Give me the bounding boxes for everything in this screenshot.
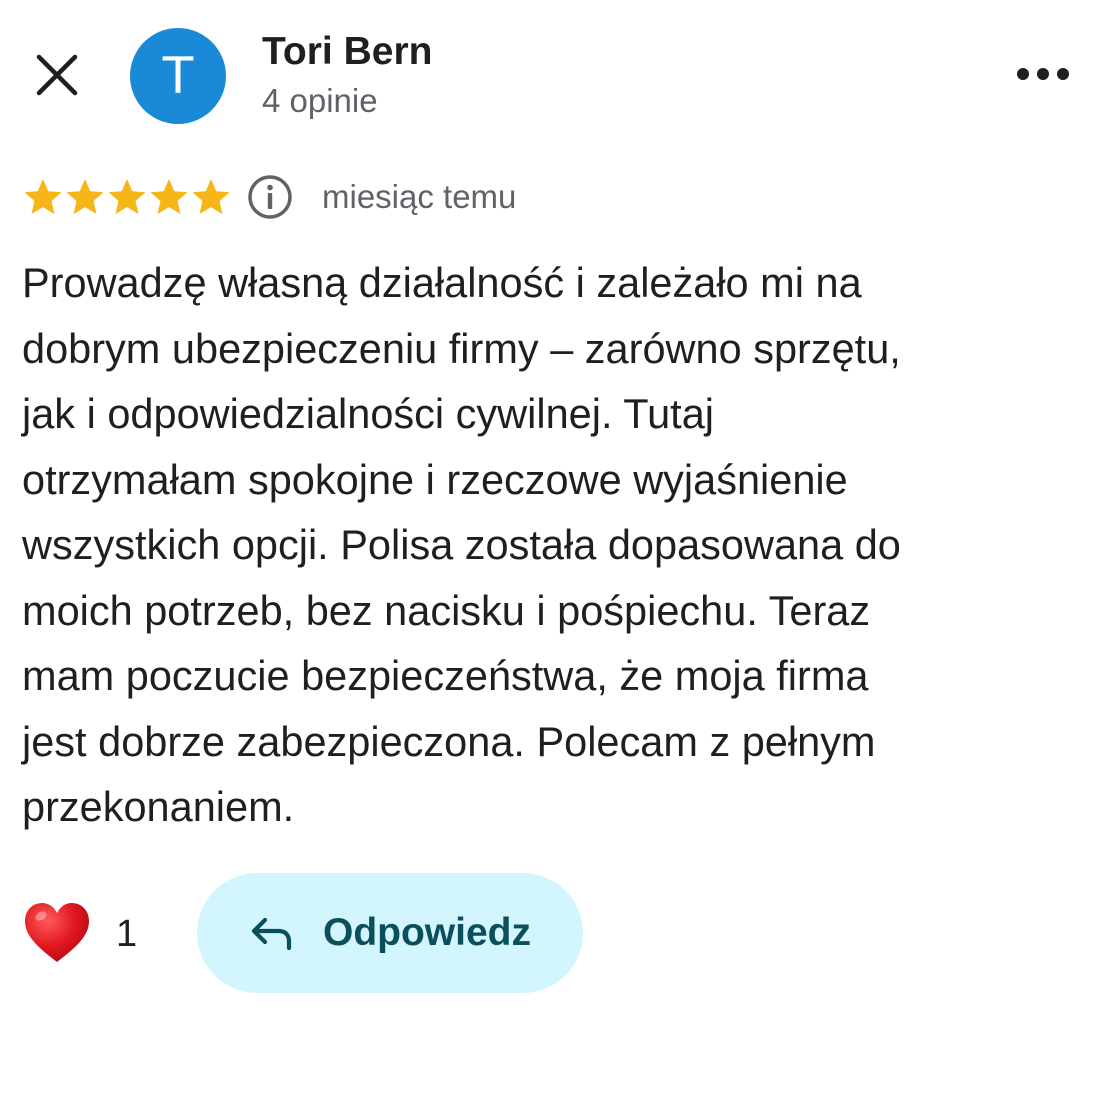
star-icon — [192, 179, 230, 214]
star-rating — [22, 176, 232, 218]
author-review-count: 4 opinie — [262, 82, 378, 119]
close-button[interactable] — [28, 46, 86, 104]
star-icon — [150, 179, 188, 214]
star-icon — [24, 179, 62, 214]
more-options-button[interactable] — [1010, 52, 1076, 96]
more-horizontal-icon — [1017, 68, 1069, 80]
avatar[interactable]: T — [130, 28, 226, 124]
like-row: 1 — [22, 896, 137, 972]
author-name[interactable]: Tori Bern — [262, 30, 432, 74]
review-text-line: wszystkich opcji. Polisa została dopasow… — [22, 521, 901, 568]
like-count: 1 — [116, 912, 138, 955]
reply-label: Odpowiedz — [323, 911, 531, 954]
avatar-letter: T — [162, 47, 194, 105]
review-text-line: mam poczucie bezpieczeństwa, że moja fir… — [22, 652, 869, 699]
star-icon — [66, 179, 104, 214]
review-text-line: jest dobrze zabezpieczona. Polecam z peł… — [22, 717, 876, 765]
review-text-line: otrzymałam spokojne i rzeczowe wyjaśnien… — [22, 455, 848, 503]
rating-row: miesiąc temu — [22, 172, 516, 222]
review-text-line: jak i odpowiedzialności cywilnej. Tutaj — [22, 390, 715, 437]
close-icon — [36, 54, 78, 96]
reply-button[interactable]: Odpowiedz — [197, 873, 583, 993]
star-icon — [108, 179, 146, 214]
reply-arrow-icon — [251, 917, 292, 951]
heart-icon[interactable] — [22, 899, 92, 969]
review-text-line: dobrym ubezpieczeniu firmy – zarówno spr… — [22, 324, 901, 372]
info-icon[interactable] — [246, 173, 294, 221]
review-text-line: Prowadzę własną działalność i zależało m… — [22, 259, 862, 306]
review-text: Prowadzę własną działalność i zależało m… — [22, 250, 1080, 840]
review-text-line: przekonaniem. — [22, 783, 295, 830]
review-date: miesiąc temu — [322, 178, 517, 215]
review-text-line: moich potrzeb, bez nacisku i pośpiechu. … — [22, 586, 871, 634]
